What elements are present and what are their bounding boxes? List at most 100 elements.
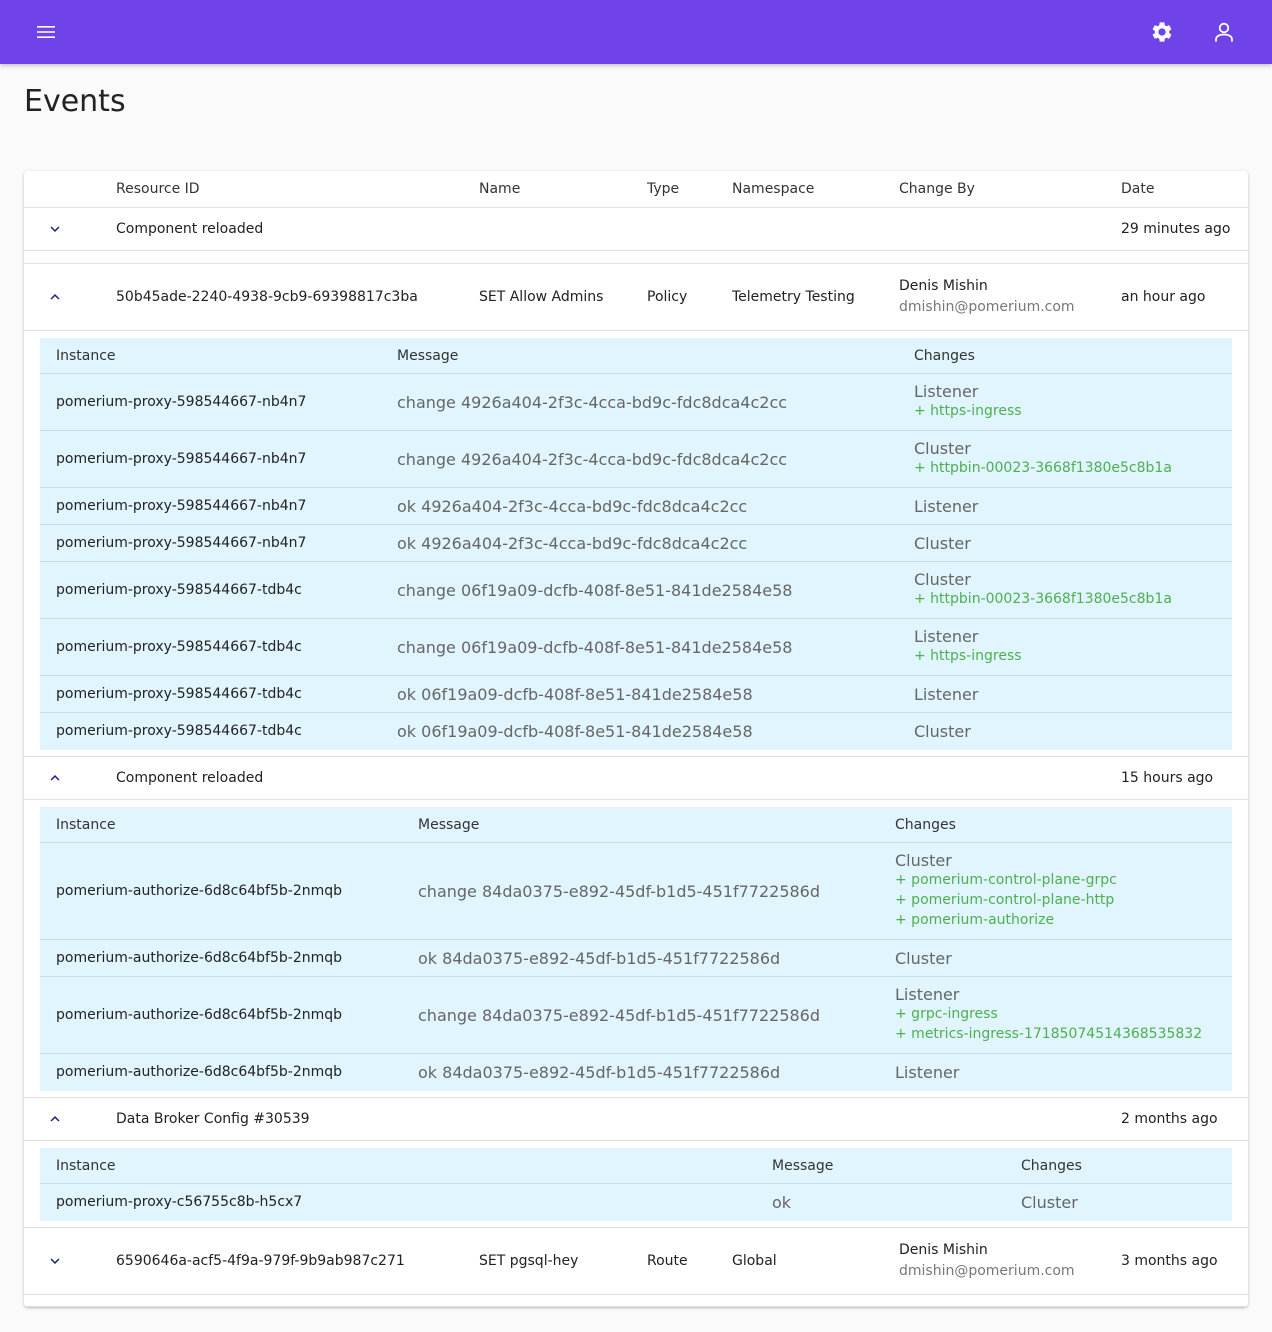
change-added: + https-ingress <box>914 403 1022 419</box>
instance: pomerium-proxy-598544667-nb4n7 <box>56 451 307 467</box>
instance: pomerium-authorize-6d8c64bf5b-2nmqb <box>56 1064 343 1080</box>
chevron-down-icon[interactable] <box>46 1252 64 1270</box>
message: change 4926a404-2f3c-4cca-bd9c-fdc8dca4c… <box>397 450 788 469</box>
event-details: Instance Message Changes pomerium-proxy-… <box>24 1141 1248 1228</box>
details-row: pomerium-proxy-598544667-nb4n7 ok 4926a4… <box>40 488 1232 525</box>
instance: pomerium-proxy-c56755c8b-h5cx7 <box>56 1194 303 1210</box>
changes: Listener + grpc-ingress + metrics-ingres… <box>895 985 1202 1044</box>
message: ok 06f19a09-dcfb-408f-8e51-841de2584e58 <box>397 685 753 704</box>
event-row[interactable]: Component reloaded 15 hours ago <box>24 757 1248 800</box>
details-row: pomerium-proxy-598544667-nb4n7 ok 4926a4… <box>40 525 1232 562</box>
change-type: Cluster <box>914 722 971 741</box>
details-header: Instance Message Changes <box>40 1148 1232 1184</box>
details-table: Instance Message Changes pomerium-author… <box>40 807 1232 1091</box>
column-header-message: Message <box>397 348 459 364</box>
message: ok <box>772 1193 792 1212</box>
event-summary: Component reloaded <box>116 221 264 237</box>
change-added: + pomerium-control-plane-http <box>895 892 1115 908</box>
change-added: + metrics-ingress-17185074514368535832 <box>895 1026 1203 1042</box>
event-date: 29 minutes ago <box>1121 221 1231 237</box>
event-change-by: Denis Mishin dmishin@pomerium.com <box>899 1240 1075 1282</box>
changes: Cluster + httpbin-00023-3668f1380e5c8b1a <box>914 570 1172 609</box>
instance: pomerium-authorize-6d8c64bf5b-2nmqb <box>56 1007 343 1023</box>
column-header-instance: Instance <box>56 348 116 364</box>
instance: pomerium-proxy-598544667-nb4n7 <box>56 535 307 551</box>
menu-icon[interactable] <box>34 20 58 44</box>
change-by-name: Denis Mishin <box>899 1242 988 1258</box>
event-name: SET pgsql-hey <box>479 1253 579 1269</box>
event-row[interactable]: 50b45ade-2240-4938-9cb9-69398817c3ba SET… <box>24 264 1248 331</box>
change-type: Cluster <box>895 949 952 968</box>
event-change-by: Denis Mishin dmishin@pomerium.com <box>899 276 1075 318</box>
changes: Cluster + pomerium-control-plane-grpc + … <box>895 851 1117 930</box>
message: change 4926a404-2f3c-4cca-bd9c-fdc8dca4c… <box>397 393 788 412</box>
column-header-message: Message <box>772 1158 834 1174</box>
instance: pomerium-authorize-6d8c64bf5b-2nmqb <box>56 950 343 966</box>
gear-icon[interactable] <box>1150 20 1174 44</box>
instance: pomerium-proxy-598544667-tdb4c <box>56 686 302 702</box>
change-added: + httpbin-00023-3668f1380e5c8b1a <box>914 460 1172 476</box>
change-by-email: dmishin@pomerium.com <box>899 1263 1075 1279</box>
event-namespace: Global <box>732 1253 777 1269</box>
event-name: SET Allow Admins <box>479 289 604 305</box>
page-title: Events <box>24 84 126 119</box>
column-header-message: Message <box>418 817 480 833</box>
chevron-up-icon[interactable] <box>46 288 64 306</box>
instance: pomerium-proxy-598544667-tdb4c <box>56 723 302 739</box>
change-added: + https-ingress <box>914 648 1022 664</box>
chevron-down-icon[interactable] <box>46 220 64 238</box>
column-header-changes: Changes <box>895 817 956 833</box>
event-type: Route <box>647 1253 688 1269</box>
details-row: pomerium-proxy-598544667-tdb4c ok 06f19a… <box>40 676 1232 713</box>
details-row: pomerium-proxy-598544667-tdb4c ok 06f19a… <box>40 713 1232 750</box>
change-added: + pomerium-authorize <box>895 912 1055 928</box>
column-header-date[interactable]: Date <box>1121 181 1154 197</box>
change-added: + pomerium-control-plane-grpc <box>895 872 1117 888</box>
details-row: pomerium-proxy-598544667-nb4n7 change 49… <box>40 431 1232 488</box>
change-type: Cluster <box>914 534 971 553</box>
details-table: Instance Message Changes pomerium-proxy-… <box>40 338 1232 750</box>
change-type: Listener <box>895 985 960 1004</box>
event-date: 2 months ago <box>1121 1111 1218 1127</box>
change-type: Cluster <box>914 439 971 458</box>
event-row[interactable]: 6590646a-acf5-4f9a-979f-9b9ab987c271 SET… <box>24 1228 1248 1295</box>
chevron-up-icon[interactable] <box>46 769 64 787</box>
column-header-instance: Instance <box>56 817 116 833</box>
event-type: Policy <box>647 289 688 305</box>
column-header-name[interactable]: Name <box>479 181 520 197</box>
column-header-namespace[interactable]: Namespace <box>732 181 814 197</box>
event-summary: Component reloaded <box>116 770 264 786</box>
column-header-change-by[interactable]: Change By <box>899 181 975 197</box>
message: ok 4926a404-2f3c-4cca-bd9c-fdc8dca4c2cc <box>397 497 748 516</box>
column-header-changes: Changes <box>914 348 975 364</box>
details-header: Instance Message Changes <box>40 338 1232 374</box>
user-icon[interactable] <box>1212 20 1236 44</box>
column-header-type[interactable]: Type <box>647 181 679 197</box>
column-header-resource-id[interactable]: Resource ID <box>116 181 200 197</box>
change-type: Listener <box>914 685 979 704</box>
change-type: Listener <box>914 497 979 516</box>
event-details: Instance Message Changes pomerium-proxy-… <box>24 331 1248 757</box>
change-type: Listener <box>895 1063 960 1082</box>
details-header: Instance Message Changes <box>40 807 1232 843</box>
chevron-up-icon[interactable] <box>46 1110 64 1128</box>
event-date: 15 hours ago <box>1121 770 1214 786</box>
table-header: Resource ID Name Type Namespace Change B… <box>24 171 1248 208</box>
event-namespace: Telemetry Testing <box>732 289 855 305</box>
message: change 06f19a09-dcfb-408f-8e51-841de2584… <box>397 638 793 657</box>
details-row: pomerium-authorize-6d8c64bf5b-2nmqb chan… <box>40 977 1232 1054</box>
instance: pomerium-authorize-6d8c64bf5b-2nmqb <box>56 883 343 899</box>
change-type: Cluster <box>914 570 971 589</box>
events-table: Resource ID Name Type Namespace Change B… <box>24 171 1248 1307</box>
event-row[interactable]: Data Broker Config #30539 2 months ago <box>24 1098 1248 1141</box>
app-bar <box>0 0 1272 64</box>
change-added: + httpbin-00023-3668f1380e5c8b1a <box>914 591 1172 607</box>
event-row[interactable]: Component reloaded 29 minutes ago <box>24 208 1248 251</box>
row-spacer <box>24 1295 1248 1307</box>
change-type: Cluster <box>895 851 952 870</box>
details-row: pomerium-authorize-6d8c64bf5b-2nmqb chan… <box>40 843 1232 940</box>
change-type: Cluster <box>1021 1193 1078 1212</box>
event-date: 3 months ago <box>1121 1253 1218 1269</box>
message: change 06f19a09-dcfb-408f-8e51-841de2584… <box>397 581 793 600</box>
event-resource-id: 6590646a-acf5-4f9a-979f-9b9ab987c271 <box>116 1253 405 1269</box>
